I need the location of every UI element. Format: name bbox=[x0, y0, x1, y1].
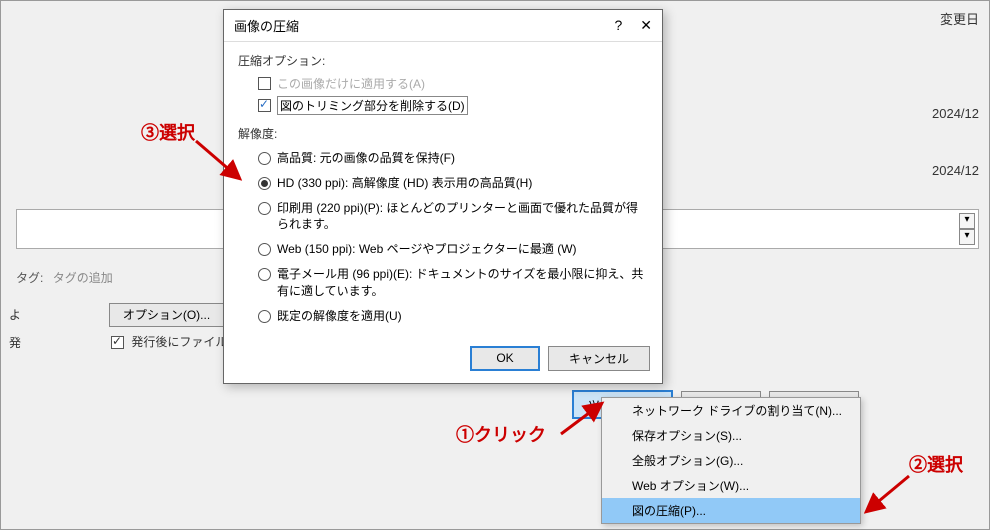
close-icon[interactable]: ✕ bbox=[640, 17, 652, 34]
radio-web-150[interactable]: Web (150 ppi): Web ページやプロジェクターに最適 (W) bbox=[238, 237, 648, 262]
radio-print-220[interactable]: 印刷用 (220 ppi)(P): ほとんどのプリンターと画面で優れた品質が得ら… bbox=[238, 196, 648, 238]
menu-item-compress-pictures[interactable]: 図の圧縮(P)... bbox=[602, 498, 860, 523]
tools-menu: ネットワーク ドライブの割り当て(N)... 保存オプション(S)... 全般オ… bbox=[601, 397, 861, 524]
tag-row: タグ: タグの追加 bbox=[16, 269, 113, 286]
checkbox-delete-crop[interactable]: 図のトリミング部分を削除する(D) bbox=[238, 94, 648, 117]
radio-icon[interactable] bbox=[258, 177, 271, 190]
radio-icon[interactable] bbox=[258, 152, 271, 165]
date-value-1: 2024/12 bbox=[932, 106, 979, 121]
menu-item-map-drive[interactable]: ネットワーク ドライブの割り当て(N)... bbox=[602, 398, 860, 423]
help-icon[interactable]: ? bbox=[614, 17, 622, 34]
ok-button[interactable]: OK bbox=[470, 346, 540, 371]
section-resolution: 解像度: bbox=[238, 125, 648, 142]
column-header-date: 変更日 bbox=[940, 9, 979, 28]
tag-label: タグ: bbox=[16, 271, 43, 285]
radio-default[interactable]: 既定の解像度を適用(U) bbox=[238, 304, 648, 329]
radio-email-96[interactable]: 電子メール用 (96 ppi)(E): ドキュメントのサイズを最小限に抑え、共有… bbox=[238, 262, 648, 304]
radio-high-quality[interactable]: 高品質: 元の画像の品質を保持(F) bbox=[238, 146, 648, 171]
menu-item-save-options[interactable]: 保存オプション(S)... bbox=[602, 423, 860, 448]
checkbox-icon[interactable] bbox=[258, 99, 271, 112]
dialog-title: 画像の圧縮 bbox=[234, 16, 299, 35]
dialog-button-row: OK キャンセル bbox=[224, 338, 662, 383]
radio-icon[interactable] bbox=[258, 243, 271, 256]
dialog-body: 圧縮オプション: この画像だけに適用する(A) 図のトリミング部分を削除する(D… bbox=[224, 42, 662, 338]
radio-icon[interactable] bbox=[258, 268, 271, 281]
menu-item-general-options[interactable]: 全般オプション(G)... bbox=[602, 448, 860, 473]
radio-icon[interactable] bbox=[258, 202, 271, 215]
dialog-cancel-button[interactable]: キャンセル bbox=[548, 346, 650, 371]
radio-icon[interactable] bbox=[258, 310, 271, 323]
section-compress-options: 圧縮オプション: bbox=[238, 52, 648, 69]
partial-text: よ 発 bbox=[1, 301, 31, 357]
date-value-2: 2024/12 bbox=[932, 163, 979, 178]
options-button[interactable]: オプション(O)... bbox=[109, 303, 224, 327]
add-tag-link[interactable]: タグの追加 bbox=[53, 271, 113, 285]
compress-pictures-dialog: 画像の圧縮 ? ✕ 圧縮オプション: この画像だけに適用する(A) 図のトリミン… bbox=[223, 9, 663, 384]
dropdown-icon[interactable]: ▾ bbox=[959, 229, 975, 245]
menu-item-web-options[interactable]: Web オプション(W)... bbox=[602, 473, 860, 498]
checkbox-apply-only[interactable]: この画像だけに適用する(A) bbox=[238, 73, 648, 94]
dropdown-icon[interactable]: ▾ bbox=[959, 213, 975, 229]
checkbox-icon[interactable] bbox=[258, 77, 271, 90]
radio-hd-330[interactable]: HD (330 ppi): 高解像度 (HD) 表示用の高品質(H) bbox=[238, 171, 648, 196]
checkbox-icon[interactable] bbox=[111, 336, 124, 349]
dialog-titlebar: 画像の圧縮 ? ✕ bbox=[224, 10, 662, 42]
